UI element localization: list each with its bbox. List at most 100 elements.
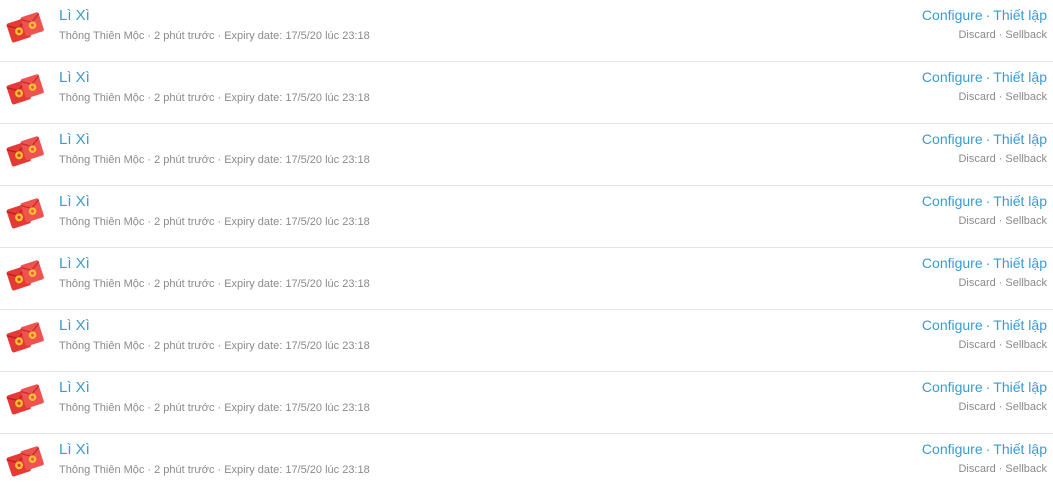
separator: ·: [998, 153, 1003, 165]
item-meta: Thông Thiên Mộc · 2 phút trước · Expiry date…: [59, 402, 370, 414]
sellback-link[interactable]: Sellback: [1005, 339, 1047, 351]
discard-link[interactable]: Discard: [958, 401, 995, 413]
discard-link[interactable]: Discard: [958, 153, 995, 165]
item-owner: Thông Thiên Mộc: [59, 402, 145, 414]
configure-link[interactable]: Configure: [922, 317, 983, 333]
sellback-link[interactable]: Sellback: [1005, 153, 1047, 165]
configure-link[interactable]: Configure: [922, 255, 983, 271]
item-meta: Thông Thiên Mộc · 2 phút trước · Expiry date…: [59, 464, 370, 476]
separator: ·: [998, 463, 1003, 475]
separator: ·: [998, 277, 1003, 289]
item-owner: Thông Thiên Mộc: [59, 154, 145, 166]
item-expiry: Expiry date: 17/5/20 lúc 23:18: [224, 216, 370, 228]
item-title[interactable]: Lì Xì: [59, 379, 90, 396]
item-time: 2 phút trước: [154, 278, 215, 290]
item-time: 2 phút trước: [154, 464, 215, 476]
list-item: Lì Xì Thông Thiên Mộc · 2 phút trước · Expir…: [0, 124, 1053, 186]
setup-link[interactable]: Thiết lập: [993, 255, 1047, 271]
discard-link[interactable]: Discard: [958, 463, 995, 475]
item-time: 2 phút trước: [154, 30, 215, 42]
discard-link[interactable]: Discard: [958, 29, 995, 41]
list-item: Lì Xì Thông Thiên Mộc · 2 phút trước · Expir…: [0, 186, 1053, 248]
separator: ·: [147, 154, 152, 166]
sellback-link[interactable]: Sellback: [1005, 277, 1047, 289]
list-item: Lì Xì Thông Thiên Mộc · 2 phút trước · Expir…: [0, 248, 1053, 310]
sellback-link[interactable]: Sellback: [1005, 215, 1047, 227]
separator: ·: [985, 193, 991, 209]
item-expiry: Expiry date: 17/5/20 lúc 23:18: [224, 464, 370, 476]
separator: ·: [217, 278, 222, 290]
sellback-link[interactable]: Sellback: [1005, 463, 1047, 475]
item-actions: Configure · Thiết lập Discard · Sellback: [922, 193, 1047, 227]
item-title[interactable]: Lì Xì: [59, 131, 90, 148]
item-meta: Thông Thiên Mộc · 2 phút trước · Expiry date…: [59, 340, 370, 352]
separator: ·: [217, 464, 222, 476]
list-item: Lì Xì Thông Thiên Mộc · 2 phút trước · Expir…: [0, 372, 1053, 434]
configure-link[interactable]: Configure: [922, 379, 983, 395]
configure-link[interactable]: Configure: [922, 131, 983, 147]
item-meta: Thông Thiên Mộc · 2 phút trước · Expiry date…: [59, 216, 370, 228]
item-list: Lì Xì Thông Thiên Mộc · 2 phút trước · Expir…: [0, 0, 1053, 496]
item-expiry: Expiry date: 17/5/20 lúc 23:18: [224, 30, 370, 42]
configure-link[interactable]: Configure: [922, 441, 983, 457]
list-item: Lì Xì Thông Thiên Mộc · 2 phút trước · Expir…: [0, 62, 1053, 124]
separator: ·: [147, 278, 152, 290]
discard-link[interactable]: Discard: [958, 215, 995, 227]
item-title[interactable]: Lì Xì: [59, 317, 90, 334]
item-expiry: Expiry date: 17/5/20 lúc 23:18: [224, 92, 370, 104]
item-actions: Configure · Thiết lập Discard · Sellback: [922, 255, 1047, 289]
separator: ·: [998, 91, 1003, 103]
separator: ·: [147, 30, 152, 42]
separator: ·: [985, 131, 991, 147]
sellback-link[interactable]: Sellback: [1005, 29, 1047, 41]
discard-link[interactable]: Discard: [958, 277, 995, 289]
red-envelope-icon: [6, 74, 44, 105]
separator: ·: [985, 7, 991, 23]
separator: ·: [217, 216, 222, 228]
item-meta: Thông Thiên Mộc · 2 phút trước · Expiry date…: [59, 92, 370, 104]
configure-link[interactable]: Configure: [922, 193, 983, 209]
red-envelope-icon: [6, 446, 44, 477]
item-meta: Thông Thiên Mộc · 2 phút trước · Expiry date…: [59, 278, 370, 290]
item-actions: Configure · Thiết lập Discard · Sellback: [922, 379, 1047, 413]
setup-link[interactable]: Thiết lập: [993, 317, 1047, 333]
separator: ·: [998, 401, 1003, 413]
item-expiry: Expiry date: 17/5/20 lúc 23:18: [224, 278, 370, 290]
sellback-link[interactable]: Sellback: [1005, 91, 1047, 103]
setup-link[interactable]: Thiết lập: [993, 441, 1047, 457]
configure-link[interactable]: Configure: [922, 69, 983, 85]
setup-link[interactable]: Thiết lập: [993, 379, 1047, 395]
setup-link[interactable]: Thiết lập: [993, 131, 1047, 147]
configure-link[interactable]: Configure: [922, 7, 983, 23]
item-owner: Thông Thiên Mộc: [59, 216, 145, 228]
item-owner: Thông Thiên Mộc: [59, 30, 145, 42]
setup-link[interactable]: Thiết lập: [993, 7, 1047, 23]
item-meta: Thông Thiên Mộc · 2 phút trước · Expiry date…: [59, 154, 370, 166]
item-owner: Thông Thiên Mộc: [59, 92, 145, 104]
separator: ·: [998, 29, 1003, 41]
item-title[interactable]: Lì Xì: [59, 441, 90, 458]
separator: ·: [985, 69, 991, 85]
item-time: 2 phút trước: [154, 402, 215, 414]
separator: ·: [985, 255, 991, 271]
item-actions: Configure · Thiết lập Discard · Sellback: [922, 441, 1047, 475]
red-envelope-icon: [6, 136, 44, 167]
list-item: Lì Xì Thông Thiên Mộc · 2 phút trước · Expir…: [0, 434, 1053, 496]
separator: ·: [147, 340, 152, 352]
separator: ·: [147, 402, 152, 414]
item-time: 2 phút trước: [154, 340, 215, 352]
discard-link[interactable]: Discard: [958, 91, 995, 103]
discard-link[interactable]: Discard: [958, 339, 995, 351]
setup-link[interactable]: Thiết lập: [993, 69, 1047, 85]
item-title[interactable]: Lì Xì: [59, 193, 90, 210]
separator: ·: [985, 441, 991, 457]
item-time: 2 phút trước: [154, 216, 215, 228]
setup-link[interactable]: Thiết lập: [993, 193, 1047, 209]
sellback-link[interactable]: Sellback: [1005, 401, 1047, 413]
item-expiry: Expiry date: 17/5/20 lúc 23:18: [224, 154, 370, 166]
item-title[interactable]: Lì Xì: [59, 69, 90, 86]
item-title[interactable]: Lì Xì: [59, 7, 90, 24]
item-time: 2 phút trước: [154, 154, 215, 166]
item-title[interactable]: Lì Xì: [59, 255, 90, 272]
item-owner: Thông Thiên Mộc: [59, 278, 145, 290]
